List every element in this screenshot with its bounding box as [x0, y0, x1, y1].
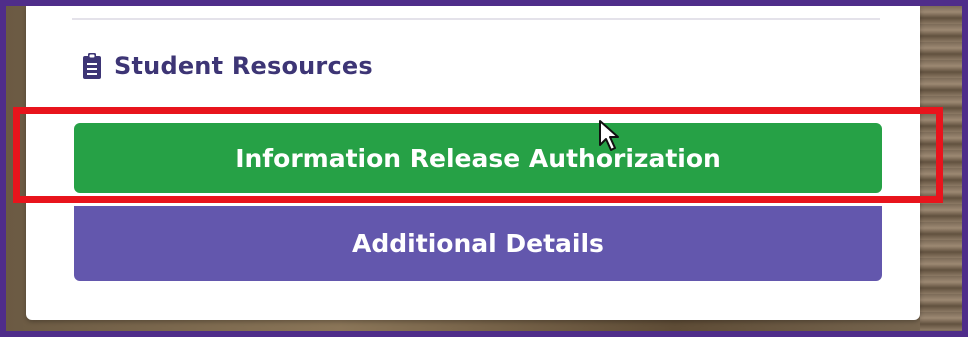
section-divider [72, 18, 880, 20]
section-header: Student Resources [82, 52, 373, 80]
resources-card: Student Resources Information Release Au… [26, 6, 920, 320]
information-release-authorization-button[interactable]: Information Release Authorization [74, 123, 882, 193]
mouse-cursor-icon [599, 120, 619, 151]
screenshot-frame: Student Resources Information Release Au… [6, 6, 962, 331]
section-title: Student Resources [114, 52, 373, 80]
clipboard-icon [83, 53, 101, 79]
additional-details-button[interactable]: Additional Details [74, 206, 882, 281]
